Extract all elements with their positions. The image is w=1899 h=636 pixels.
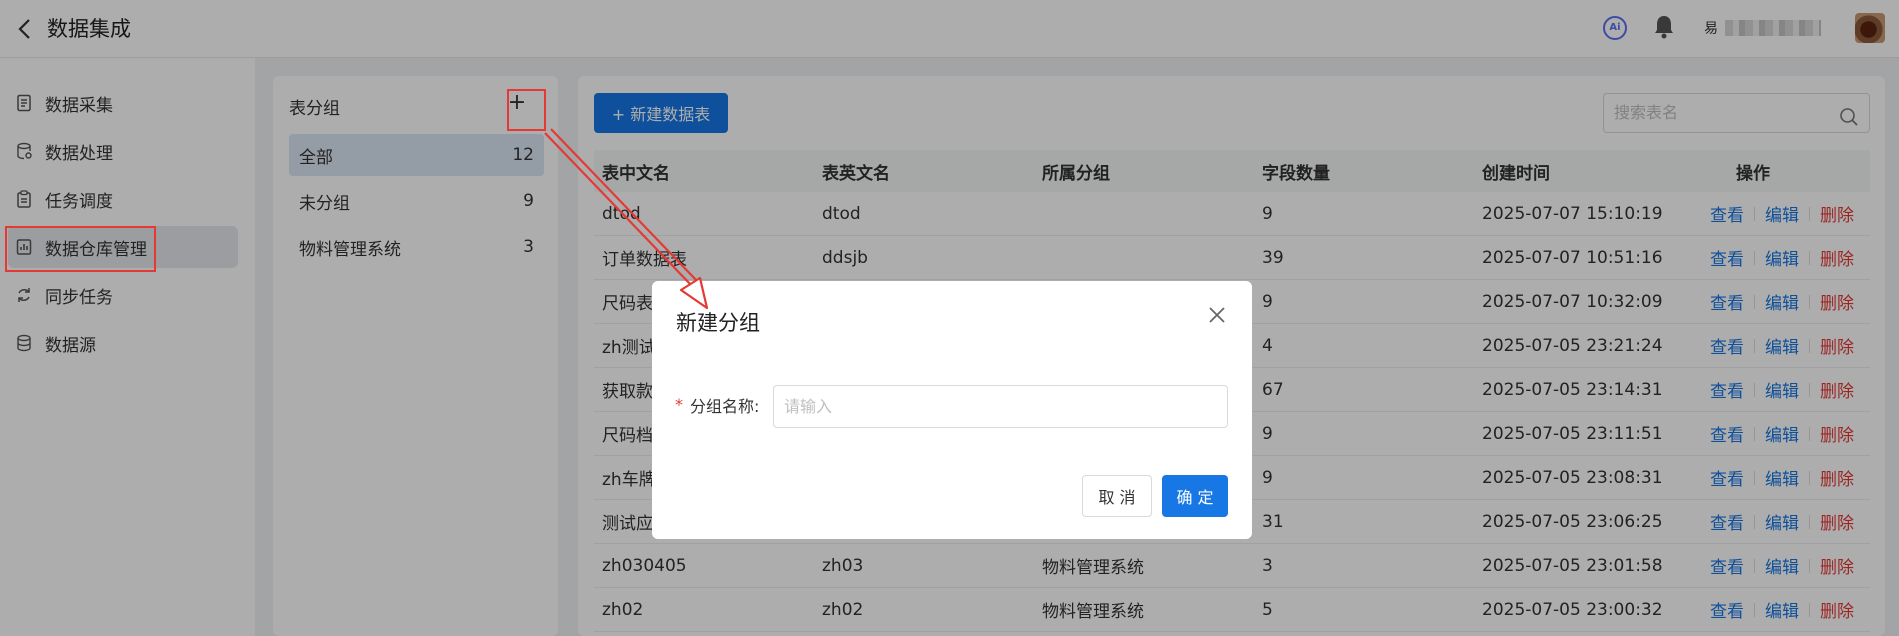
annotation-arrow — [544, 128, 709, 310]
